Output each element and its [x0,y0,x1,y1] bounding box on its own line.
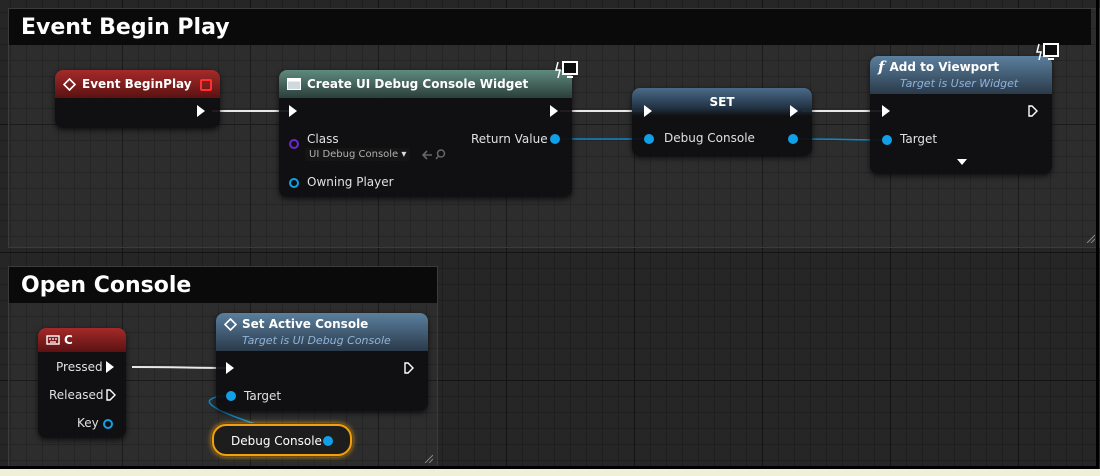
target-label: Target [244,389,282,403]
pressed-label: Pressed [56,360,103,374]
node-title: Event BeginPlay [82,77,192,91]
widget-icon [287,78,301,90]
class-dropdown-value: UI Debug Console [309,149,399,160]
exec-out-pin[interactable] [197,105,205,117]
node-title: Set Active Console [242,317,369,331]
debug-console-in-pin[interactable] [644,134,654,144]
key-pin[interactable] [103,419,113,429]
node-title: SET [709,95,735,109]
node-title: Add to Viewport [889,60,1000,74]
owning-player-pin[interactable] [289,178,299,188]
class-dropdown[interactable]: UI Debug Console ▾ [305,148,411,161]
node-header: Set Active Console Target is UI Debug Co… [216,313,428,351]
variable-label: Debug Console [231,434,322,448]
class-pin[interactable] [289,139,299,149]
node-header: C [38,328,126,352]
class-label: Class [307,132,339,146]
chevron-down-icon: ▾ [401,149,407,160]
return-value-pin[interactable] [550,134,560,144]
exec-in-pin[interactable] [882,105,890,117]
exec-out-pin[interactable] [1028,105,1038,117]
debug-console-out-pin[interactable] [788,134,798,144]
delegate-pin-icon[interactable] [200,79,212,91]
key-label: Key [77,416,99,430]
node-set[interactable]: SET Debug Console [632,88,812,156]
use-selected-arrow-icon[interactable] [421,150,433,160]
owning-player-label: Owning Player [307,175,394,189]
latent-server-icon [555,61,578,79]
debug-console-variable-node[interactable]: Debug Console [212,424,352,456]
blueprint-editor: Event Begin Play Open Console Event Begi… [0,0,1100,476]
exec-out-pin[interactable] [790,105,798,117]
exec-out-pin[interactable] [404,362,414,374]
node-subtitle: Target is UI Debug Console [242,334,391,347]
node-create-widget[interactable]: Create UI Debug Console Widget Class UI … [279,70,572,197]
node-event-begin-play[interactable]: Event BeginPlay [55,70,220,128]
target-pin[interactable] [882,135,892,145]
pressed-exec-pin[interactable] [106,361,114,373]
exec-in-pin[interactable] [289,105,297,117]
latent-server-icon [1036,43,1059,61]
node-title: C [64,333,73,347]
released-exec-pin[interactable] [106,389,116,401]
node-header: Event BeginPlay [55,70,220,98]
bottom-strip [0,469,1100,476]
node-add-to-viewport[interactable]: f Add to Viewport Target is User Widget … [870,56,1052,174]
debug-console-label: Debug Console [664,131,755,145]
node-title: Create UI Debug Console Widget [307,77,529,91]
released-label: Released [49,388,104,402]
target-label: Target [900,132,938,146]
target-pin[interactable] [226,391,236,401]
node-key-c[interactable]: C Pressed Released Key [38,328,126,438]
exec-in-pin[interactable] [226,362,234,374]
exec-out-pin[interactable] [550,105,558,117]
node-subtitle: Target is User Widget [900,77,1019,90]
node-header: f Add to Viewport Target is User Widget [870,56,1052,94]
node-set-active-console[interactable]: Set Active Console Target is UI Debug Co… [216,313,428,411]
event-diamond-icon [63,77,76,91]
browse-search-icon[interactable] [435,149,446,160]
variable-out-pin[interactable] [323,436,333,446]
function-icon: f [878,58,885,76]
node-header: Create UI Debug Console Widget [279,70,572,98]
return-value-label: Return Value [471,132,548,146]
node-header: SET [632,88,812,116]
keyboard-icon [46,335,60,345]
exec-in-pin[interactable] [644,105,652,117]
function-diamond-icon [224,318,237,331]
advanced-display-chevron-icon[interactable] [956,158,968,166]
